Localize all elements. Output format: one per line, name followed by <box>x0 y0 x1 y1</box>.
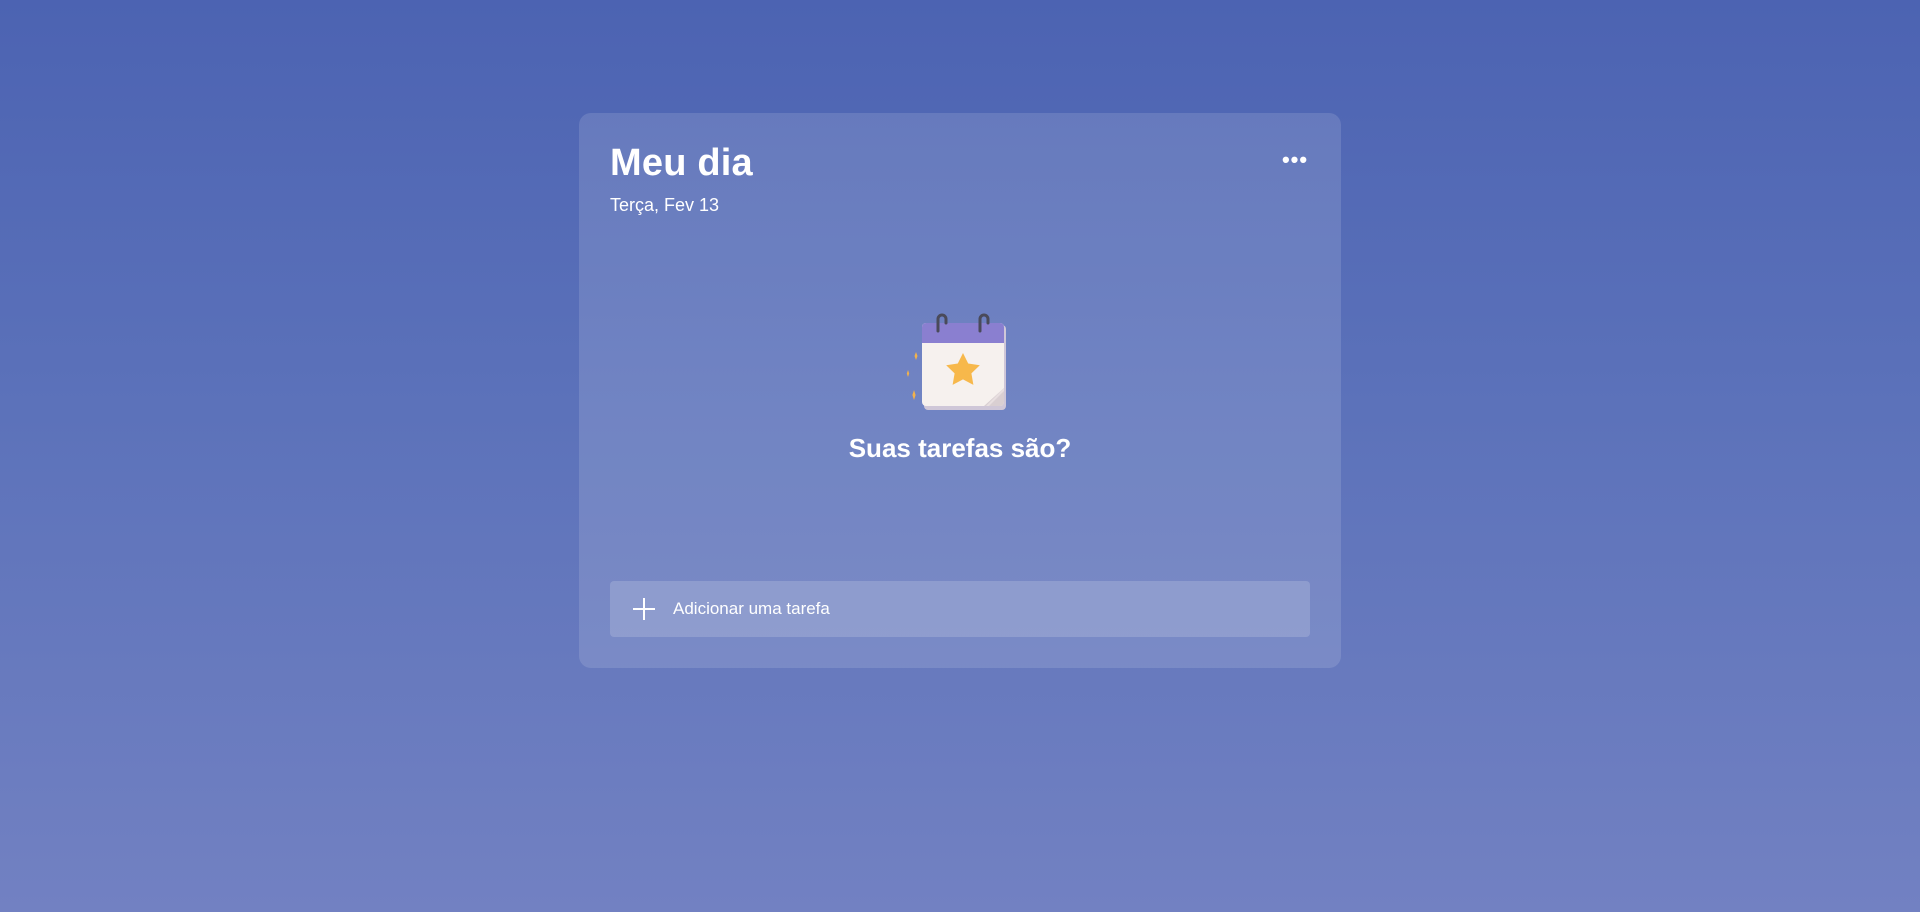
plus-icon <box>632 597 656 621</box>
more-options-button[interactable]: ••• <box>1279 149 1311 177</box>
add-task-input[interactable]: Adicionar uma tarefa <box>610 581 1310 637</box>
current-date: Terça, Fev 13 <box>610 195 720 215</box>
my-day-panel: Meu dia Terça, Fev 13 ••• Suas tarefas s… <box>579 113 1341 668</box>
more-horizontal-icon: ••• <box>1281 147 1309 172</box>
calendar-star-icon <box>906 313 1006 410</box>
empty-state-message: Suas tarefas são? <box>848 433 1072 463</box>
page-title: Meu dia <box>610 142 753 184</box>
add-task-placeholder: Adicionar uma tarefa <box>673 599 830 618</box>
empty-state: Suas tarefas são? <box>579 308 1341 464</box>
